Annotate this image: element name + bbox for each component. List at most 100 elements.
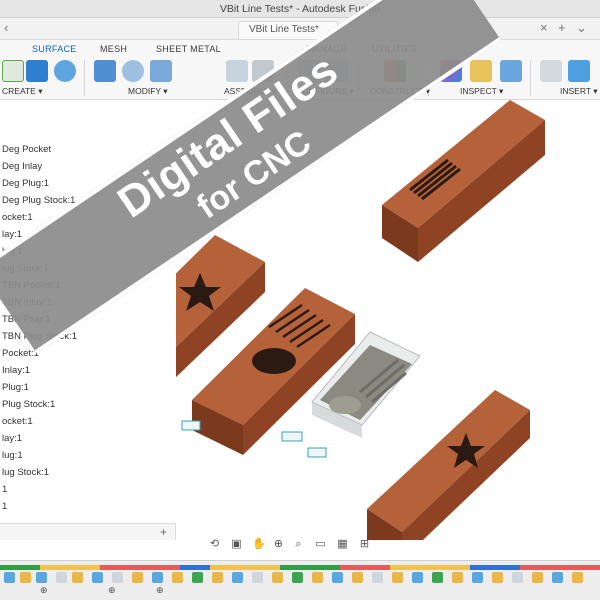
- tree-item[interactable]: lay:1: [0, 433, 22, 447]
- offset-plane-icon[interactable]: [384, 60, 406, 82]
- timeline-feature[interactable]: [372, 572, 383, 583]
- wood-block-lines[interactable]: [382, 100, 545, 262]
- tree-item[interactable]: TBN Plug:1: [0, 314, 51, 328]
- tree-item[interactable]: Deg Plug Stock:1: [0, 195, 75, 209]
- tab-menu-icon[interactable]: ⌄: [576, 20, 587, 36]
- timeline-feature[interactable]: [192, 572, 203, 583]
- tree-item[interactable]: 1: [0, 501, 7, 515]
- browser-add-icon[interactable]: +: [160, 525, 167, 539]
- construct-menu[interactable]: CONSTRUCT ▾: [370, 86, 430, 97]
- tree-item[interactable]: ocket:1: [0, 416, 33, 430]
- combine-icon[interactable]: [150, 60, 172, 82]
- timeline-feature[interactable]: [312, 572, 323, 583]
- timeline-feature[interactable]: [452, 572, 463, 583]
- timeline-feature[interactable]: [232, 572, 243, 583]
- timeline-feature[interactable]: [36, 572, 47, 583]
- tree-item[interactable]: Pocket:1: [0, 348, 39, 362]
- timeline-feature[interactable]: [292, 572, 303, 583]
- assemble-menu[interactable]: ASSEMBLE ▾: [224, 86, 276, 97]
- create-sketch-icon[interactable]: [2, 60, 24, 82]
- configure-icon[interactable]: [298, 60, 320, 82]
- timeline-feature[interactable]: [492, 572, 503, 583]
- look-at-icon[interactable]: ▣: [230, 538, 243, 551]
- new-tab-icon[interactable]: +: [558, 20, 566, 35]
- create-menu[interactable]: CREATE ▾: [2, 86, 42, 97]
- timeline-feature[interactable]: [20, 572, 31, 583]
- tree-item[interactable]: Plug:1: [0, 382, 29, 396]
- tree-item[interactable]: TBN Plug Stock:1: [0, 331, 77, 345]
- tree-item[interactable]: Deg Inlay: [0, 161, 42, 175]
- wood-block-star-2[interactable]: [367, 390, 530, 540]
- insert-menu[interactable]: INSERT ▾: [560, 86, 598, 97]
- revolve-icon[interactable]: [54, 60, 76, 82]
- timeline-play-icon[interactable]: ⊕: [108, 585, 116, 596]
- tree-item[interactable]: ocket:1: [0, 212, 33, 226]
- timeline-feature[interactable]: [272, 572, 283, 583]
- timeline-feature[interactable]: [212, 572, 223, 583]
- inspect-menu[interactable]: INSPECT ▾: [460, 86, 503, 97]
- document-tab[interactable]: VBit Line Tests*: [238, 21, 338, 39]
- timeline-feature[interactable]: [512, 572, 523, 583]
- measure-icon[interactable]: [440, 60, 462, 82]
- tree-item[interactable]: TBN Inlay:1: [0, 297, 52, 311]
- timeline-feature[interactable]: [332, 572, 343, 583]
- tree-item[interactable]: Deg Plug:1: [0, 178, 49, 192]
- tab-close-icon[interactable]: ×: [540, 20, 548, 35]
- tree-item[interactable]: Plug Stock:1: [0, 399, 55, 413]
- tab-scroll-left-icon[interactable]: ‹: [4, 20, 8, 35]
- timeline-feature[interactable]: [252, 572, 263, 583]
- pan-icon[interactable]: ✋: [252, 538, 266, 551]
- profile-thumbnail[interactable]: [307, 447, 327, 458]
- insert-mesh-icon[interactable]: [568, 60, 590, 82]
- grid-icon[interactable]: ▦: [336, 538, 349, 551]
- timeline-marker-icon[interactable]: ⊕: [156, 585, 164, 596]
- profile-thumbnail[interactable]: [281, 431, 303, 442]
- modify-menu[interactable]: MODIFY ▾: [128, 86, 168, 97]
- zoom-icon[interactable]: ⊕: [272, 538, 285, 551]
- timeline-step-back-icon[interactable]: ⊕: [40, 585, 48, 596]
- tab-utilities[interactable]: UTILITIES: [372, 44, 417, 54]
- timeline-feature[interactable]: [412, 572, 423, 583]
- joint-icon[interactable]: [226, 60, 248, 82]
- timeline-feature[interactable]: [112, 572, 123, 583]
- timeline-feature[interactable]: [152, 572, 163, 583]
- press-pull-icon[interactable]: [94, 60, 116, 82]
- tree-item[interactable]: 1: [0, 484, 7, 498]
- timeline-feature[interactable]: [72, 572, 83, 583]
- configure-menu[interactable]: CONFIGURE ▾: [296, 86, 354, 97]
- timeline-feature[interactable]: [92, 572, 103, 583]
- interference-icon[interactable]: [470, 60, 492, 82]
- tree-item[interactable]: lay:1: [0, 229, 22, 243]
- extrude-icon[interactable]: [26, 60, 48, 82]
- fillet-icon[interactable]: [122, 60, 144, 82]
- tree-item[interactable]: lug Stock:1: [0, 467, 49, 481]
- tab-surface[interactable]: SURFACE: [32, 44, 77, 54]
- tree-item[interactable]: lug:1: [0, 246, 23, 260]
- 3d-viewport[interactable]: [176, 100, 600, 540]
- as-built-joint-icon[interactable]: [252, 60, 274, 82]
- section-analysis-icon[interactable]: [500, 60, 522, 82]
- timeline-feature[interactable]: [472, 572, 483, 583]
- tree-item[interactable]: lug:1: [0, 450, 23, 464]
- tab-mesh[interactable]: MESH: [100, 44, 127, 54]
- timeline-feature[interactable]: [56, 572, 67, 583]
- tree-item[interactable]: TBN Pocket:1: [0, 280, 61, 294]
- timeline-feature[interactable]: [132, 572, 143, 583]
- timeline-feature[interactable]: [4, 572, 15, 583]
- timeline-feature[interactable]: [572, 572, 583, 583]
- timeline-feature[interactable]: [532, 572, 543, 583]
- tab-manage[interactable]: MANAGE: [306, 44, 347, 54]
- timeline-feature[interactable]: [172, 572, 183, 583]
- profile-thumbnail[interactable]: [181, 420, 201, 431]
- timeline-feature[interactable]: [352, 572, 363, 583]
- timeline-feature[interactable]: [552, 572, 563, 583]
- tree-item[interactable]: Deg Pocket: [0, 144, 51, 158]
- timeline-feature[interactable]: [432, 572, 443, 583]
- timeline-feature[interactable]: [392, 572, 403, 583]
- tree-item[interactable]: Inlay:1: [0, 365, 30, 379]
- orbit-icon[interactable]: ⟲: [208, 538, 221, 551]
- display-settings-icon[interactable]: ▭: [314, 538, 327, 551]
- viewports-icon[interactable]: ⊞: [358, 538, 371, 551]
- insert-derive-icon[interactable]: [540, 60, 562, 82]
- tab-sheet-metal[interactable]: SHEET METAL: [156, 44, 221, 54]
